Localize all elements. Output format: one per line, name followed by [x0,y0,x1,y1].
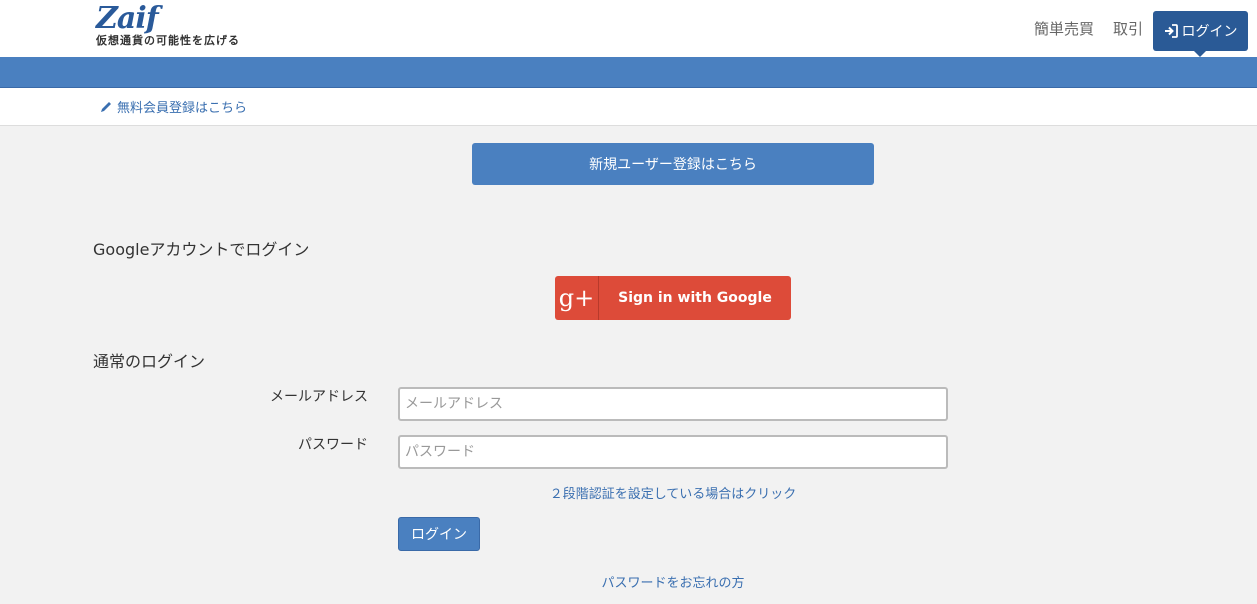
new-user-signup-button[interactable]: 新規ユーザー登録はこちら [472,143,874,185]
free-register-link[interactable]: 無料会員登録はこちら [99,97,247,116]
login-submit-button[interactable]: ログイン [398,517,480,551]
free-register-label: 無料会員登録はこちら [117,101,248,116]
nav-login-label: ログイン [1181,24,1238,40]
email-label: メールアドレス [270,389,368,405]
logo-tagline: 仮想通貨の可能性を広げる [96,34,240,47]
sub-bar: 無料会員登録はこちら [0,88,1257,126]
pencil-icon [99,100,113,114]
password-field[interactable] [398,435,948,469]
two-factor-link[interactable]: ２段階認証を設定している場合はクリック [398,483,948,502]
google-login-heading: Googleアカウントでログイン [93,240,310,259]
google-sign-in-label: Sign in with Google [618,290,772,306]
sign-in-icon [1164,24,1178,38]
normal-login-heading: 通常のログイン [93,352,206,371]
email-field[interactable] [398,387,948,421]
nav-login-button[interactable]: ログイン [1153,11,1248,51]
forgot-password-link[interactable]: パスワードをお忘れの方 [472,572,874,591]
password-label: パスワード [298,437,368,453]
site-header: Zaif 仮想通貨の可能性を広げる 簡単売買 取引 ログイン [0,0,1257,57]
logo-mark: Zaif [96,1,159,36]
google-plus-icon: g+ [555,276,599,320]
nav-trade[interactable]: 取引 [1113,0,1143,57]
zaif-logo[interactable]: Zaif 仮想通貨の可能性を広げる [96,4,266,50]
nav-simple-trade[interactable]: 簡単売買 [1034,0,1094,57]
google-sign-in-button[interactable]: g+ Sign in with Google [555,276,791,320]
header-band [0,57,1257,88]
